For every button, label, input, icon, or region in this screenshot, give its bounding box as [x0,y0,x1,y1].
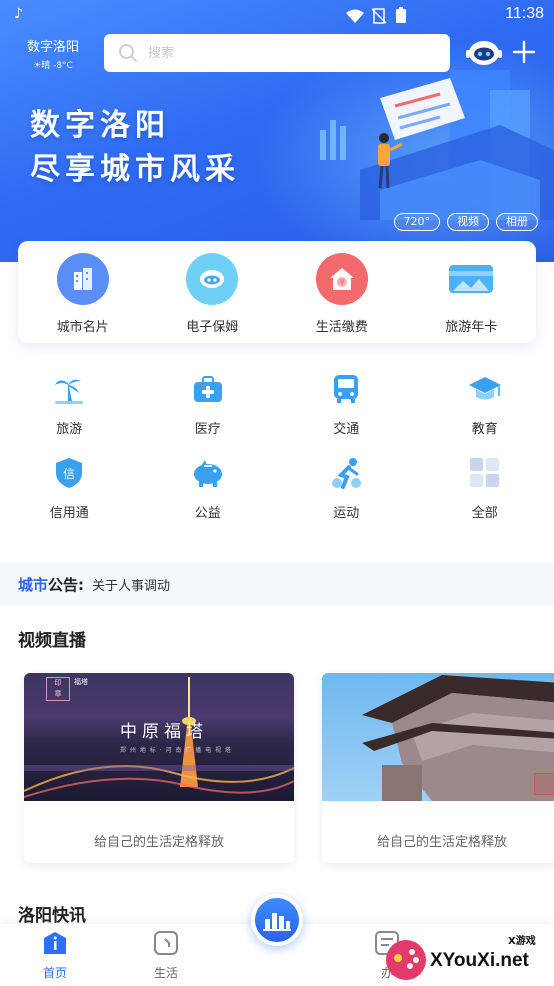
life-icon [154,931,178,955]
service-medical[interactable]: 医疗 [139,372,278,456]
tab-life[interactable]: 生活 [131,930,201,981]
notice-title: 城市公告: [18,574,84,595]
add-icon[interactable] [512,40,536,64]
card-icon [445,253,497,305]
city-notice[interactable]: 城市公告: 关于人事调动 [0,562,554,606]
notice-title-b: 公告: [48,575,85,594]
video-section-title: 视频直播 [18,631,86,651]
service-label: 医疗 [194,422,221,437]
video-card[interactable]: 印章 福塔 中原福塔郑 州 地 标 · 河 南 广 播 电 视 塔 给自己的生活… [24,673,294,863]
service-label: 交通 [333,422,360,437]
city-skyline-icon [263,913,291,931]
service-credit[interactable]: 信 信用通 [0,456,139,540]
video-thumbnail-night-city: 印章 福塔 中原福塔郑 州 地 标 · 河 南 广 播 电 视 塔 [24,673,294,801]
watermark-text: XYouXi.net [430,950,529,971]
video-sign-text: 中原福塔 [120,722,208,742]
video-caption: 给自己的生活定格释放 [376,835,507,850]
video-sign: 中原福塔郑 州 地 标 · 河 南 广 播 电 视 塔 [120,722,232,754]
service-sport[interactable]: 运动 [277,456,416,540]
watermark-sub: X游戏 [508,936,536,947]
tiktok-icon: ♪ [14,6,23,22]
hero-banner[interactable]: ♪ 11:38 数字洛阳 ☀晴 -8°C 数字洛阳 尽享城市风采 [0,0,554,262]
city-illustration [320,70,554,220]
service-row: 信 信用通 公益 运动 全部 [0,456,554,540]
service-grid: 旅游 医疗 交通 教育 信 信用通 公益 运动 全部 [0,372,554,540]
quick-label: 电子保姆 [186,320,239,335]
service-label: 公益 [194,506,221,521]
video-caption: 给自己的生活定格释放 [93,835,224,850]
service-label: 运动 [333,506,360,521]
quick-e-nanny[interactable]: 电子保姆 [157,253,267,343]
notice-text[interactable]: 关于人事调动 [92,575,170,594]
service-all[interactable]: 全部 [416,456,554,540]
service-label: 教育 [471,422,498,437]
seal-stamp [534,773,554,795]
city-selector[interactable]: 数字洛阳 ☀晴 -8°C [22,36,84,71]
home-info-icon [44,932,66,954]
quick-services: 城市名片 电子保姆 ¥ 生活缴费 旅游年卡 [18,241,536,343]
watermark: X游戏 XYouXi.net [384,930,554,986]
svg-text:¥: ¥ [339,278,344,287]
quick-label: 旅游年卡 [445,320,498,335]
status-icons [346,7,406,24]
banner-tags: 720° 视频 相册 [393,213,538,231]
quick-life-payment[interactable]: ¥ 生活缴费 [287,253,397,343]
quick-label: 生活缴费 [315,320,368,335]
tag-video[interactable]: 视频 [447,213,489,231]
video-thumbnail-city-gate [322,673,554,801]
banner-slogan-1: 数字洛阳 [30,108,170,143]
piggy-bank-icon [191,456,225,490]
search-icon [119,44,137,62]
robot-icon [186,253,239,305]
quick-city-card[interactable]: 城市名片 [28,253,138,343]
house-yuan-icon: ¥ [315,253,368,305]
notice-title-a: 城市 [18,575,49,594]
quick-travel-card[interactable]: 旅游年卡 [416,253,526,343]
grid-icon [468,456,502,490]
news-section-title: 洛阳快讯 [18,906,86,926]
robot-assistant-icon[interactable] [466,38,502,68]
svg-text:信: 信 [63,467,75,481]
building-icon [56,253,109,305]
service-label: 信用通 [49,506,89,521]
service-row: 旅游 医疗 交通 教育 [0,372,554,456]
runner-icon [329,456,363,490]
service-travel[interactable]: 旅游 [0,372,139,456]
quick-label: 城市名片 [56,320,109,335]
graduation-cap-icon [468,372,502,406]
service-education[interactable]: 教育 [416,372,554,456]
bus-icon [329,372,363,406]
palm-tree-icon [52,372,86,406]
gamepad-logo-icon [386,940,426,980]
city-name: 数字洛阳 [26,40,79,55]
city-gate-image [362,675,554,801]
center-city-button[interactable] [251,894,303,946]
tag-album[interactable]: 相册 [496,213,538,231]
tag-720[interactable]: 720° [393,213,440,231]
status-time: 11:38 [505,5,544,22]
search-input[interactable] [148,42,428,64]
video-card[interactable]: 给自己的生活定格释放 [322,673,554,863]
weather-text: ☀晴 -8°C [33,61,73,71]
tab-label: 生活 [153,966,178,980]
tab-label: 首页 [42,966,67,980]
credit-shield-icon: 信 [52,456,86,490]
service-label: 旅游 [56,422,83,437]
service-transport[interactable]: 交通 [277,372,416,456]
banner-slogan-2: 尽享城市风采 [30,152,240,187]
service-label: 全部 [471,506,498,521]
status-bar: ♪ 11:38 [0,0,554,30]
tab-home[interactable]: 首页 [20,930,90,981]
search-bar[interactable] [104,34,450,72]
service-charity[interactable]: 公益 [139,456,278,540]
medical-kit-icon [191,372,225,406]
